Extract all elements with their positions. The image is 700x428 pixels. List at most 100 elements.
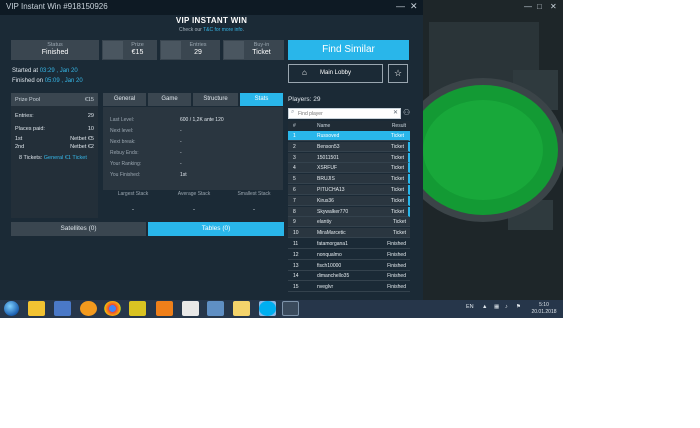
tc-prefix: Check our — [179, 27, 204, 33]
row-rank: 6 — [293, 187, 296, 193]
stat-label: Your Ranking: — [110, 161, 142, 167]
tab-satellites[interactable]: Satellites (0) — [11, 222, 146, 236]
row-name: MiraMarcetic — [317, 230, 346, 237]
favorite-star-button[interactable]: ☆ — [388, 64, 408, 83]
table-row[interactable]: 5 BRUJIS Ticket — [288, 174, 410, 185]
stat-value: - — [180, 139, 182, 145]
smallest-stack-value: - — [253, 207, 255, 213]
language-indicator[interactable]: EN — [466, 304, 474, 310]
bg-close-button[interactable]: ✕ — [550, 2, 557, 11]
bg-minimize-button[interactable]: — — [524, 2, 532, 11]
entries-tile: Entries 29 — [160, 40, 220, 60]
tickets-row: 8 Tickets: General €1 Ticket — [19, 155, 98, 161]
place-prize: Netbet €2 — [70, 144, 94, 150]
folder-icon[interactable] — [207, 301, 224, 316]
close-button[interactable]: ✕ — [410, 1, 418, 12]
table-row[interactable]: 10 MiraMarcetic Ticket — [288, 228, 410, 239]
column-name[interactable]: Name — [317, 123, 330, 129]
clear-search-icon[interactable]: ✕ — [393, 109, 398, 116]
table-row[interactable]: 13 fisch10000 Finished — [288, 261, 410, 271]
paint-icon[interactable] — [182, 301, 199, 316]
table-row[interactable]: 4 XSRFUF Ticket — [288, 163, 410, 174]
row-rank: 14 — [293, 273, 299, 280]
row-name: PITUCHA13 — [317, 187, 345, 193]
tab-general[interactable]: General — [103, 93, 146, 106]
tab-game[interactable]: Game — [148, 93, 191, 106]
info-tabs: General Game Structure Stats — [103, 93, 283, 106]
stat-value: 1st — [180, 172, 187, 178]
status-value: Finished — [41, 49, 69, 56]
table-row[interactable]: 1 Russoved Ticket — [288, 131, 410, 141]
poker-icon[interactable] — [282, 301, 299, 316]
row-result: Ticket — [390, 165, 404, 172]
tournament-lobby-window: VIP Instant Win #918150926 — ✕ VIP INSTA… — [0, 0, 423, 300]
table-row[interactable]: 6 PITUCHA13 Ticket — [288, 185, 410, 195]
table-row[interactable]: 8 Skywalker770 Ticket — [288, 206, 410, 217]
column-result[interactable]: Result — [392, 123, 406, 129]
table-row[interactable]: 3 15011501 Ticket — [288, 152, 410, 163]
user-filter-icon[interactable]: ⚇ — [403, 108, 410, 117]
prize-tile: Prize €15 — [102, 40, 157, 60]
table-row[interactable]: 2 Benson53 Ticket — [288, 141, 410, 152]
row-name: Kirus36 — [317, 197, 334, 204]
minimize-button[interactable]: — — [396, 1, 405, 11]
table-row[interactable]: 7 Kirus36 Ticket — [288, 195, 410, 206]
main-lobby-label: Main Lobby — [319, 70, 352, 76]
row-rank: 13 — [293, 262, 299, 269]
main-lobby-button[interactable]: ⌂ Main Lobby — [288, 64, 383, 83]
started-at: Started at 03:29 , Jan 20 — [12, 68, 78, 74]
tournament-title: VIP INSTANT WIN — [175, 16, 248, 25]
flag-icon[interactable]: ⚑ — [516, 304, 521, 310]
tab-tables[interactable]: Tables (0) — [148, 222, 284, 236]
tickets-label: 8 Tickets: — [19, 155, 44, 161]
chrome-icon[interactable] — [104, 301, 121, 316]
tray-arrow-icon[interactable]: ▲ — [482, 304, 487, 310]
stat-label: Rebuy Ends: — [110, 150, 139, 156]
entries-row-value: 29 — [87, 113, 94, 119]
place-label: 2nd — [15, 144, 25, 150]
entries-icon — [161, 41, 181, 59]
prize-pool-row: Prize Pool €15 — [15, 97, 94, 103]
place-label: 1st — [15, 136, 23, 142]
average-stack-label: Average Stack — [177, 191, 211, 197]
search-input[interactable] — [298, 110, 388, 118]
avast-icon[interactable] — [80, 301, 97, 316]
skype-icon[interactable] — [259, 301, 276, 316]
table-row[interactable]: 12 nonqualmo Finished — [288, 250, 410, 260]
entries-row: Entries: 29 — [15, 113, 94, 119]
row-result: Ticket — [390, 154, 404, 161]
prize-pool-value: €15 — [84, 97, 94, 103]
table-row[interactable]: 15 nveglvr Finished — [288, 282, 410, 293]
row-result: Finished — [387, 284, 406, 291]
network-icon[interactable]: ▦ — [494, 304, 499, 310]
row-result: Finished — [387, 273, 406, 280]
explorer-icon[interactable] — [28, 301, 45, 316]
find-similar-button[interactable]: Find Similar — [288, 40, 409, 60]
table-row[interactable]: 9 elantiy Ticket — [288, 217, 410, 228]
table-row[interactable]: 14 dimanchello35 Finished — [288, 271, 410, 282]
tab-structure[interactable]: Structure — [193, 93, 238, 106]
smallest-stack: Smallest Stack - — [223, 190, 284, 220]
volume-icon[interactable]: ♪ — [505, 304, 508, 310]
tickets-value[interactable]: General €1 Ticket — [44, 155, 87, 161]
table-row[interactable]: 11 fatamorgana1 Finished — [288, 239, 410, 249]
start-button[interactable] — [4, 301, 19, 316]
stat-value: 600 / 1,2K ante 120 — [180, 117, 224, 123]
zip-icon[interactable] — [129, 301, 146, 316]
title-bar: VIP Instant Win #918150926 — ✕ — [0, 0, 423, 15]
media-icon[interactable] — [54, 301, 71, 316]
column-rank[interactable]: # — [293, 123, 296, 129]
window-title: VIP Instant Win #918150926 — [6, 2, 108, 11]
stat-value: - — [180, 161, 182, 167]
prize-icon — [103, 41, 123, 59]
row-result: Ticket — [390, 133, 404, 139]
word-icon[interactable] — [233, 301, 250, 316]
prize-panel: Prize Pool €15 Entries: 29 Places paid: 10 … — [11, 93, 98, 218]
search-icon: ⌕ — [291, 109, 295, 115]
taskbar-clock[interactable]: 5:10 20.01.2018 — [528, 302, 560, 316]
vlc-icon[interactable] — [156, 301, 173, 316]
bg-maximize-button[interactable]: □ — [537, 2, 542, 11]
tc-link[interactable]: T&C for more info — [203, 27, 242, 33]
tab-stats[interactable]: Stats — [240, 93, 283, 106]
tc-notice: Check our T&C for more info. — [0, 27, 423, 33]
